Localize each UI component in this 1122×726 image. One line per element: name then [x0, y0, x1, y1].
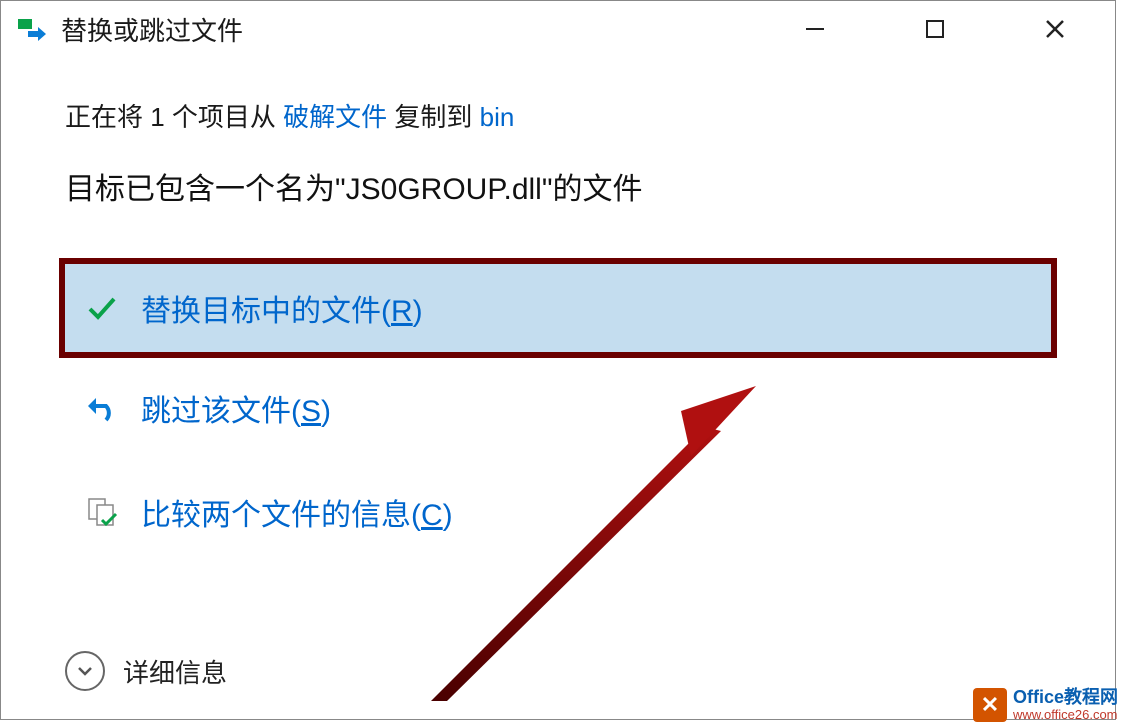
chevron-down-icon [65, 651, 105, 691]
window-controls [755, 1, 1115, 57]
dialog-window: 替换或跳过文件 正在将 1 个项目从 破解文件 复制到 bin 目标已包含一个名… [0, 0, 1116, 720]
conflict-message: 目标已包含一个名为"JS0GROUP.dll"的文件 [65, 164, 1051, 208]
dialog-content: 正在将 1 个项目从 破解文件 复制到 bin 目标已包含一个名为"JS0GRO… [1, 57, 1115, 562]
copy-description: 正在将 1 个项目从 破解文件 复制到 bin [65, 97, 1051, 134]
watermark-icon: ✕ [973, 688, 1007, 722]
details-toggle[interactable]: 详细信息 [65, 651, 227, 691]
undo-icon [85, 391, 119, 425]
details-label: 详细信息 [123, 653, 227, 690]
dialog-title: 替换或跳过文件 [61, 11, 243, 48]
source-folder-link[interactable]: 破解文件 [283, 102, 387, 132]
app-icon [17, 14, 47, 44]
option-replace[interactable]: 替换目标中的文件(R) [59, 258, 1057, 358]
check-icon [85, 291, 119, 325]
compare-files-icon [85, 495, 119, 529]
minimize-button[interactable] [755, 1, 875, 57]
option-compare-label: 比较两个文件的信息(C) [141, 490, 453, 534]
option-skip-label: 跳过该文件(S) [141, 386, 331, 430]
option-replace-label: 替换目标中的文件(R) [141, 286, 423, 330]
copy-mid: 复制到 [387, 102, 479, 132]
option-skip[interactable]: 跳过该文件(S) [65, 358, 1051, 458]
watermark: ✕ Office教程网 www.office26.com [973, 688, 1118, 722]
dest-folder-link[interactable]: bin [480, 102, 515, 132]
watermark-text: Office教程网 www.office26.com [1013, 688, 1118, 722]
option-compare[interactable]: 比较两个文件的信息(C) [65, 462, 1051, 562]
close-button[interactable] [995, 1, 1115, 57]
maximize-button[interactable] [875, 1, 995, 57]
titlebar: 替换或跳过文件 [1, 1, 1115, 57]
copy-prefix: 正在将 1 个项目从 [65, 102, 283, 132]
